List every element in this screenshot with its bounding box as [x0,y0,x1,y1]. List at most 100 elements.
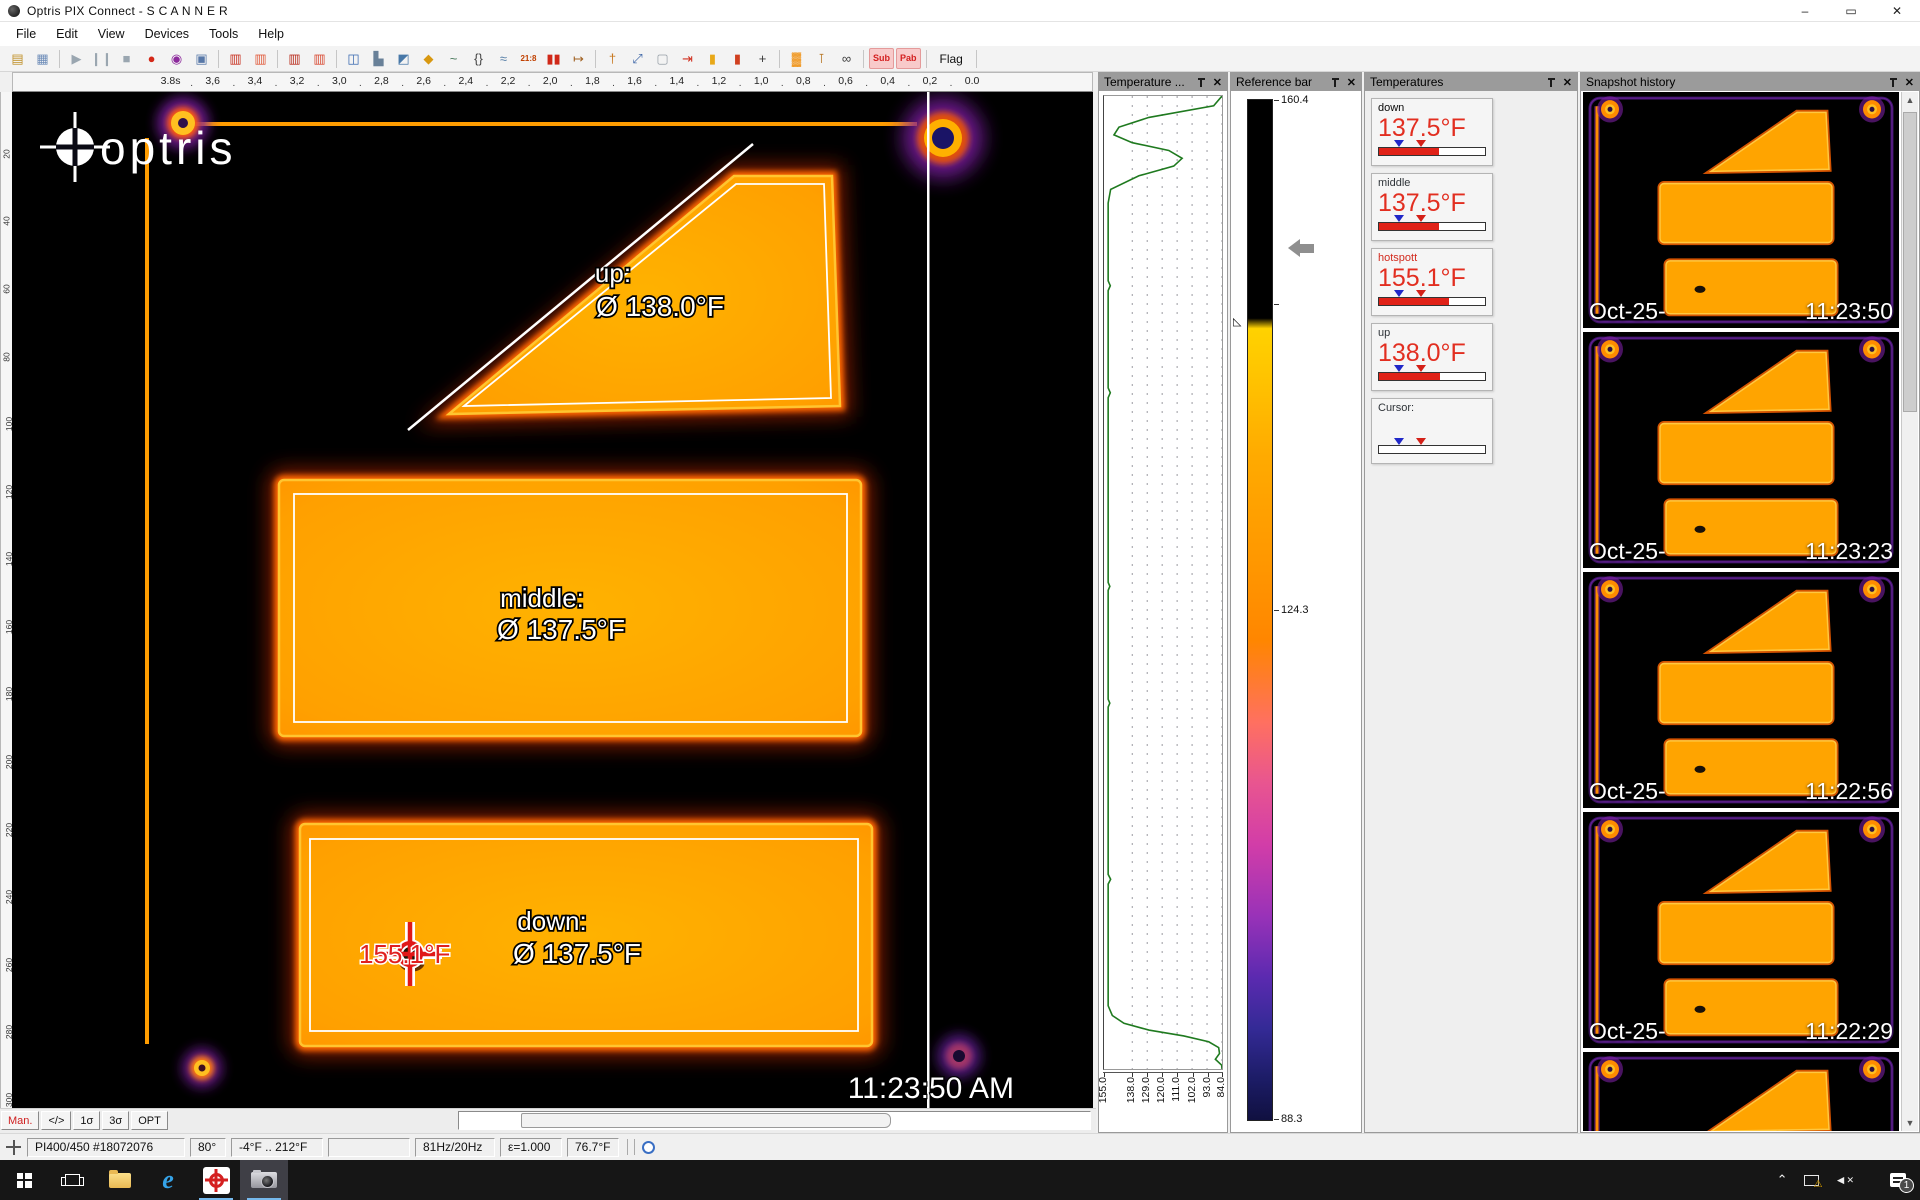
snapshot-settings-icon[interactable]: + [751,48,774,69]
scroll-down-icon[interactable]: ▼ [1902,1115,1918,1131]
pin-icon[interactable] [1889,78,1898,87]
level-arrow-icon[interactable] [1279,239,1300,257]
hot-area-icon[interactable]: ▓ [785,48,808,69]
menu-help[interactable]: Help [248,24,294,44]
stop-icon[interactable]: ■ [115,48,138,69]
profile-line[interactable] [927,92,930,1108]
mode-button-1[interactable]: 1σ [73,1111,100,1130]
palette-bar-1-icon[interactable]: ▮ [701,48,724,69]
display-layout-3-icon[interactable]: ▥ [283,48,306,69]
color-palette-icon[interactable]: ◆ [417,48,440,69]
menu-file[interactable]: File [6,24,46,44]
snapshot-icon[interactable]: ◉ [165,48,188,69]
temperature-card-middle[interactable]: middle137.5°F [1371,173,1493,241]
scroll-up-icon[interactable]: ▲ [1902,92,1918,108]
measure-area-icon[interactable]: † [601,48,624,69]
temperature-card-hotspott[interactable]: hotspott155.1°F [1371,248,1493,316]
bar-graph-icon[interactable]: ▮▮ [542,48,565,69]
record-icon[interactable]: ● [140,48,163,69]
diagram-icon[interactable]: ◩ [392,48,415,69]
play-icon[interactable]: ▶ [65,48,88,69]
pin-icon[interactable] [1197,78,1206,87]
histogram-icon[interactable]: ▙ [367,48,390,69]
pin-icon[interactable] [1331,78,1340,87]
temperatures-panel: Temperatures ✕ down137.5°Fmiddle137.5°Fh… [1364,72,1578,1133]
pab-badge-icon[interactable]: Pab [896,48,921,69]
card-range-bar [1378,445,1486,454]
mode-button-3[interactable]: 3σ [102,1111,129,1130]
start-button[interactable] [0,1160,48,1200]
digital-display-icon[interactable]: 21:8 [517,48,540,69]
camera-app-button[interactable] [240,1160,288,1200]
mode-button-man[interactable]: Man. [1,1111,39,1130]
temperature-card-cursor[interactable]: Cursor: [1371,398,1493,464]
mode-button-opt[interactable]: OPT [131,1111,168,1130]
palette-arrow-icon[interactable]: ⇥ [676,48,699,69]
close-icon[interactable]: ✕ [1905,76,1914,89]
open-icon[interactable]: ▤ [6,48,29,69]
close-icon[interactable]: ✕ [1563,76,1572,89]
snapshot-time: 11:23:23 [1805,538,1893,565]
display-layout-4-icon[interactable]: ▥ [308,48,331,69]
braces-icon[interactable]: {} [467,48,490,69]
internet-explorer-button[interactable]: e [144,1160,192,1200]
position-ruler-label: 40 [2,217,12,226]
task-view-button[interactable] [48,1160,96,1200]
palette-gradient-bar[interactable] [1247,99,1273,1121]
new-view-icon[interactable]: ◫ [342,48,365,69]
close-icon[interactable]: ✕ [1213,76,1222,89]
snapshot-thumbnail[interactable]: Oct-25-11:22:56 [1583,572,1899,808]
taskbar: e ⌃ ⚠ ◄✕ 1 [0,1160,1920,1200]
lamp-icon[interactable] [642,1141,655,1154]
copy-icon[interactable]: ▣ [190,48,213,69]
menu-tools[interactable]: Tools [199,24,248,44]
menu-view[interactable]: View [88,24,135,44]
scrollbar-thumb[interactable] [1903,112,1917,412]
mode-button-[interactable]: </> [41,1111,71,1130]
trend-icon[interactable]: ≈ [492,48,515,69]
pin-icon[interactable] [1547,78,1556,87]
fullscreen-icon[interactable]: ⤢ [626,48,649,69]
snapshot-thumbnail[interactable]: Oct-25-11:23:50 [1583,92,1899,328]
maximize-button[interactable]: ▭ [1828,0,1874,21]
profile-axis-label: 111.0 [1170,1077,1182,1102]
horizontal-scrollbar[interactable] [458,1111,1091,1130]
optris-app-button[interactable] [192,1160,240,1200]
menu-edit[interactable]: Edit [46,24,88,44]
temperature-card-up[interactable]: up138.0°F [1371,323,1493,391]
flag-label[interactable]: Flag [940,52,963,66]
action-center-icon[interactable]: 1 [1890,1173,1906,1187]
range-marker-icon[interactable]: ◺ [1233,315,1241,328]
tray-expand-icon[interactable]: ⌃ [1777,1172,1788,1188]
close-icon[interactable]: ✕ [1347,76,1356,89]
display-layout-1-icon[interactable]: ▥ [224,48,247,69]
close-button[interactable]: ✕ [1874,0,1920,21]
pane-icon[interactable]: ▢ [651,48,674,69]
scrollbar-thumb[interactable] [521,1113,891,1128]
position-ruler-label: 80 [2,352,12,361]
pause-icon[interactable]: ❙❙ [90,48,113,69]
toolbar-separator [976,50,977,68]
save-icon[interactable]: ▦ [31,48,54,69]
snapshot-thumbnail[interactable]: Oct-25-11:22:29 [1583,812,1899,1048]
windows-logo-icon [17,1173,32,1188]
snapshot-thumbnail[interactable] [1583,1052,1899,1131]
palette-bar-2-icon[interactable]: ▮ [726,48,749,69]
reference-bar-header: Reference bar ✕ [1231,73,1361,91]
sub-badge-icon[interactable]: Sub [869,48,894,69]
arrow-jump-icon[interactable]: ↦ [567,48,590,69]
profile-curve-icon[interactable]: ~ [442,48,465,69]
temp-scale-icon[interactable]: ⊺ [810,48,833,69]
snapshot-scrollbar[interactable]: ▲ ▼ [1901,92,1918,1131]
link-cameras-icon[interactable]: ∞ [835,48,858,69]
thermal-image[interactable]: optris up: Ø 138.0°F middle: Ø 137.5°F d… [12,92,1093,1108]
time-ruler-label: 2,0 [543,75,558,87]
snapshot-thumbnail[interactable]: Oct-25-11:23:23 [1583,332,1899,568]
display-layout-2-icon[interactable]: ▥ [249,48,272,69]
network-warning-icon[interactable]: ⚠ [1804,1175,1819,1186]
minimize-button[interactable]: – [1782,0,1828,21]
temperature-card-down[interactable]: down137.5°F [1371,98,1493,166]
file-explorer-button[interactable] [96,1160,144,1200]
menu-devices[interactable]: Devices [135,24,199,44]
volume-muted-icon[interactable]: ◄✕ [1835,1173,1854,1187]
